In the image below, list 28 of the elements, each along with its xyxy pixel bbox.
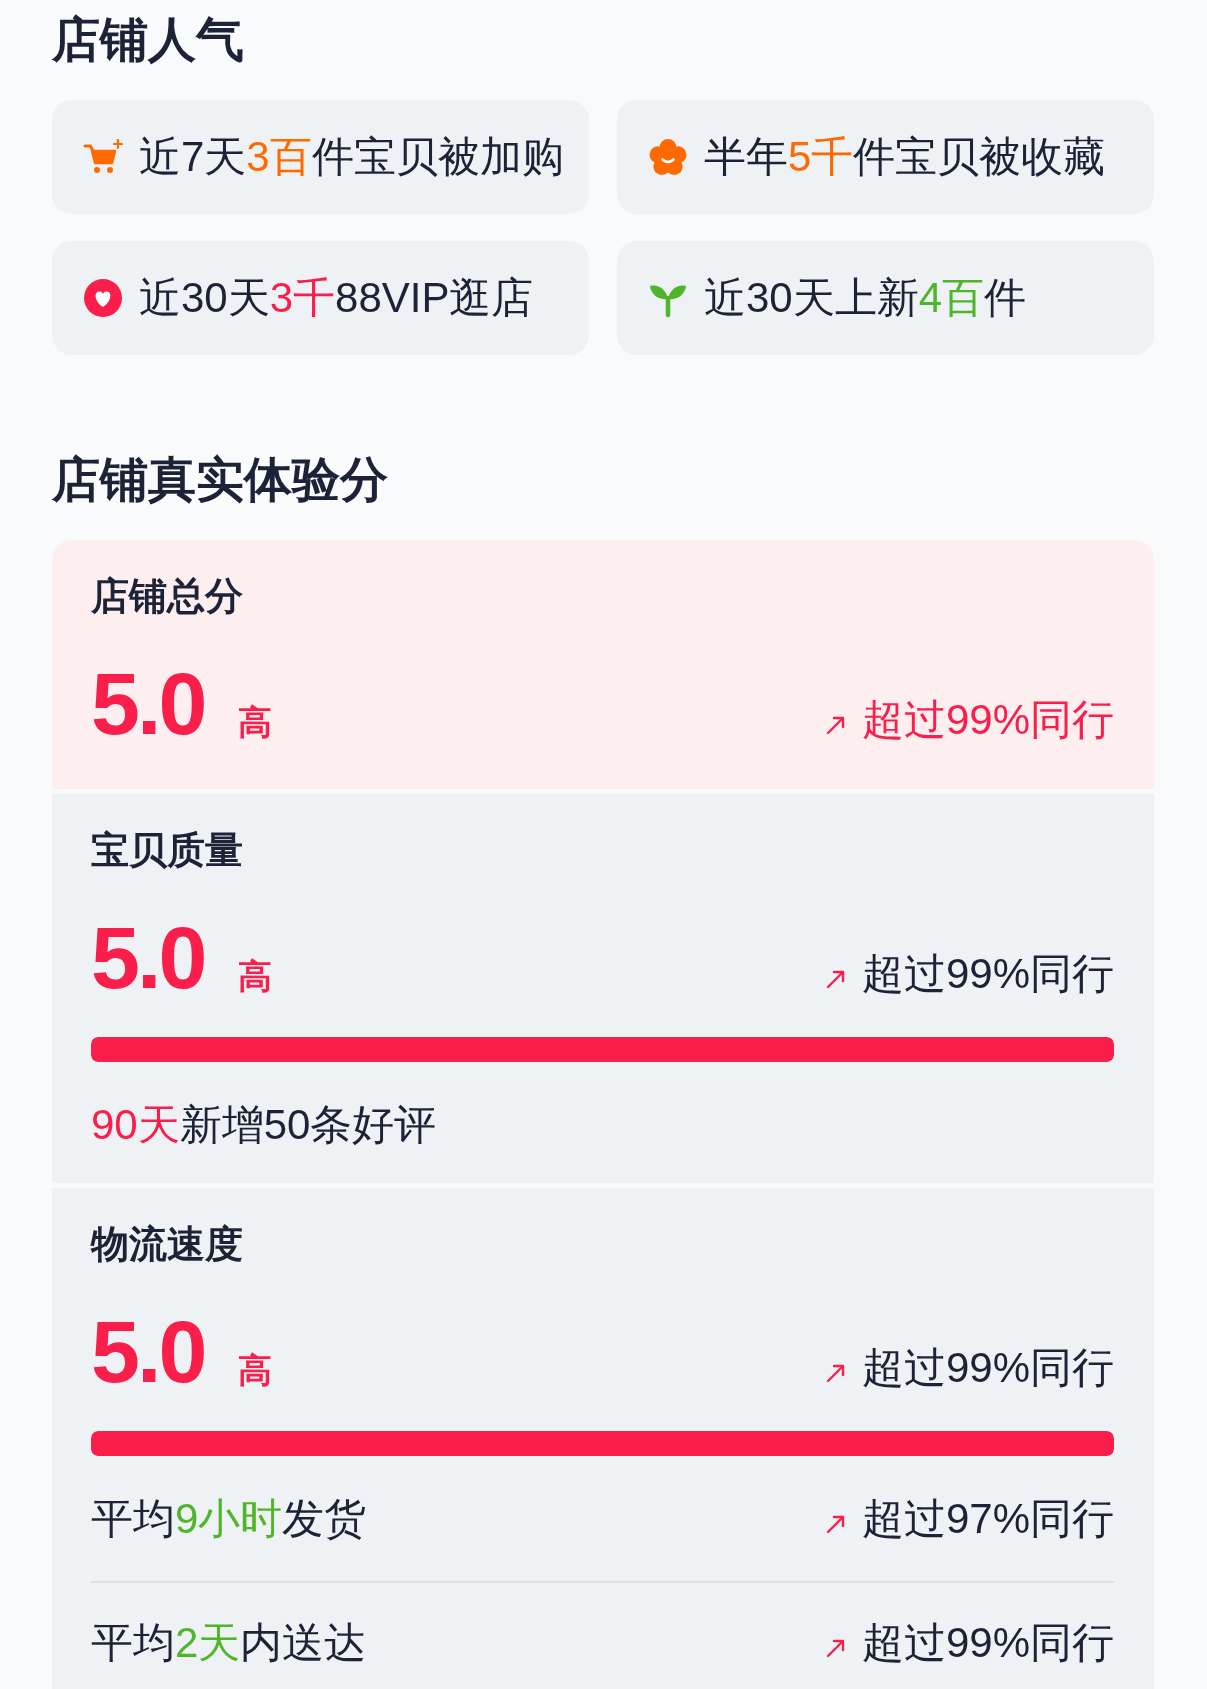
grade-label: 高 xyxy=(238,1350,273,1390)
stat-text: 半年5千件宝贝被收藏 xyxy=(704,133,1106,181)
score-value: 5.0 xyxy=(91,1307,205,1397)
stat-text: 近7天3百件宝贝被加购 xyxy=(139,133,564,181)
rank-text: 超过97%同行 xyxy=(861,1495,1114,1542)
stat-text: 近30天3千88VIP逛店 xyxy=(139,274,534,322)
rank-text: 超过99%同行 xyxy=(861,1344,1114,1391)
note-text: 平均2天内送达 xyxy=(91,1618,367,1668)
trend-arrow-icon xyxy=(825,1514,846,1534)
score-label: 宝贝质量 xyxy=(91,830,243,870)
rank-text: 超过99%同行 xyxy=(861,696,1114,743)
section-title: 店铺人气 xyxy=(52,15,244,65)
trend-arrow-icon xyxy=(825,969,846,989)
note-text: 平均9小时发货 xyxy=(91,1494,367,1544)
grade-label: 高 xyxy=(238,956,273,996)
score-label: 物流速度 xyxy=(91,1224,243,1264)
score-label: 店铺总分 xyxy=(91,576,243,616)
trend-arrow-icon xyxy=(825,1363,846,1383)
stat-text: 近30天上新4百件 xyxy=(704,274,1027,322)
section-title: 店铺真实体验分 xyxy=(52,455,388,505)
grade-label: 高 xyxy=(238,702,273,742)
trend-arrow-icon xyxy=(825,715,846,735)
trend-arrow-icon xyxy=(825,1638,846,1658)
rank-text: 超过99%同行 xyxy=(861,950,1114,997)
score-value: 5.0 xyxy=(91,659,205,749)
rank-text: 超过99%同行 xyxy=(861,1619,1114,1666)
note-text: 90天新增50条好评 xyxy=(91,1100,437,1150)
score-value: 5.0 xyxy=(91,913,205,1003)
